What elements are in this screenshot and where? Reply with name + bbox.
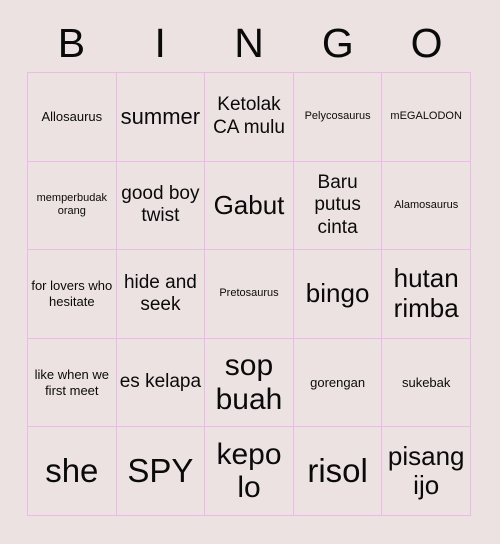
bingo-cell[interactable]: good boy twist <box>116 161 206 251</box>
bingo-cell[interactable]: hutan rimba <box>382 250 471 339</box>
bingo-cell[interactable]: like when we first meet <box>28 338 117 428</box>
bingo-cell-label: Gabut <box>213 189 285 220</box>
bingo-cell[interactable]: Alamosaurus <box>382 161 471 251</box>
bingo-cell[interactable]: kepo lo <box>205 427 294 516</box>
bingo-cell-label: hide and seek <box>123 271 197 315</box>
header-letter-b: B <box>57 19 86 66</box>
bingo-card: B I N G O Allosaurus summer Ketolak CA mul… <box>0 0 500 544</box>
bingo-cell[interactable]: SPY <box>116 427 206 516</box>
bingo-cell-label: pisang ijo <box>387 440 465 501</box>
bingo-header: B I N G O <box>27 14 471 72</box>
bingo-cell[interactable]: for lovers who hesitate <box>28 250 117 339</box>
bingo-cell[interactable]: mEGALODON <box>382 73 471 162</box>
bingo-cell-label: hutan rimba <box>393 263 459 323</box>
bingo-cell[interactable]: she <box>28 427 117 516</box>
bingo-cell[interactable]: Gabut <box>205 161 294 251</box>
bingo-cell[interactable]: risol <box>293 427 383 516</box>
header-letter-n: N <box>234 19 264 66</box>
bingo-cell-label: Pelycosaurus <box>304 110 371 123</box>
bingo-cell[interactable]: Pelycosaurus <box>293 73 383 162</box>
bingo-cell-label: Pretosaurus <box>219 287 279 300</box>
bingo-cell[interactable]: sop buah <box>205 338 294 428</box>
bingo-cell[interactable]: memperbudak orang <box>28 161 117 251</box>
bingo-cell[interactable]: Pretosaurus <box>205 250 294 339</box>
bingo-cell-label: memperbudak orang <box>36 191 107 218</box>
bingo-cell[interactable]: bingo <box>293 250 383 339</box>
bingo-cell[interactable]: Baru putus cinta <box>293 161 383 251</box>
bingo-cell-label: Allosaurus <box>41 109 103 124</box>
bingo-cell[interactable]: Allosaurus <box>28 73 117 162</box>
bingo-cell[interactable]: sukebak <box>382 338 471 428</box>
bingo-cell[interactable]: hide and seek <box>116 250 206 339</box>
bingo-cell-label: es kelapa <box>119 371 202 393</box>
bingo-cell[interactable]: gorengan <box>293 338 383 428</box>
bingo-cell-label: she <box>45 452 99 490</box>
bingo-cell-label: mEGALODON <box>390 110 462 123</box>
bingo-cell[interactable]: Ketolak CA mulu <box>205 73 294 162</box>
header-letter-o: O <box>410 19 443 66</box>
bingo-cell-label: bingo <box>305 278 370 309</box>
bingo-cell-label: Ketolak CA mulu <box>213 94 285 138</box>
header-letter-g: G <box>321 19 354 66</box>
bingo-cell-label: SPY <box>127 452 194 490</box>
bingo-cell-label: kepo lo <box>216 437 282 505</box>
bingo-cell-label: like when we first meet <box>34 367 110 398</box>
bingo-cell-label: sukebak <box>401 374 451 390</box>
bingo-cell-label: for lovers who hesitate <box>31 278 113 309</box>
bingo-cell-label: Baru putus cinta <box>314 171 361 238</box>
bingo-cell[interactable]: pisang ijo <box>382 427 471 516</box>
bingo-cell[interactable]: summer <box>116 73 206 162</box>
bingo-cell-label: gorengan <box>310 374 366 390</box>
bingo-cell-label: Alamosaurus <box>394 198 459 211</box>
bingo-cell-label: summer <box>120 104 201 130</box>
bingo-cell-label: sop buah <box>215 349 283 416</box>
bingo-cell[interactable]: es kelapa <box>116 338 206 428</box>
bingo-grid: Allosaurus summer Ketolak CA mulu Pelycosau… <box>27 72 471 516</box>
bingo-cell-label: risol <box>307 452 368 490</box>
header-letter-i: I <box>154 19 166 66</box>
bingo-cell-label: good boy twist <box>121 182 200 227</box>
